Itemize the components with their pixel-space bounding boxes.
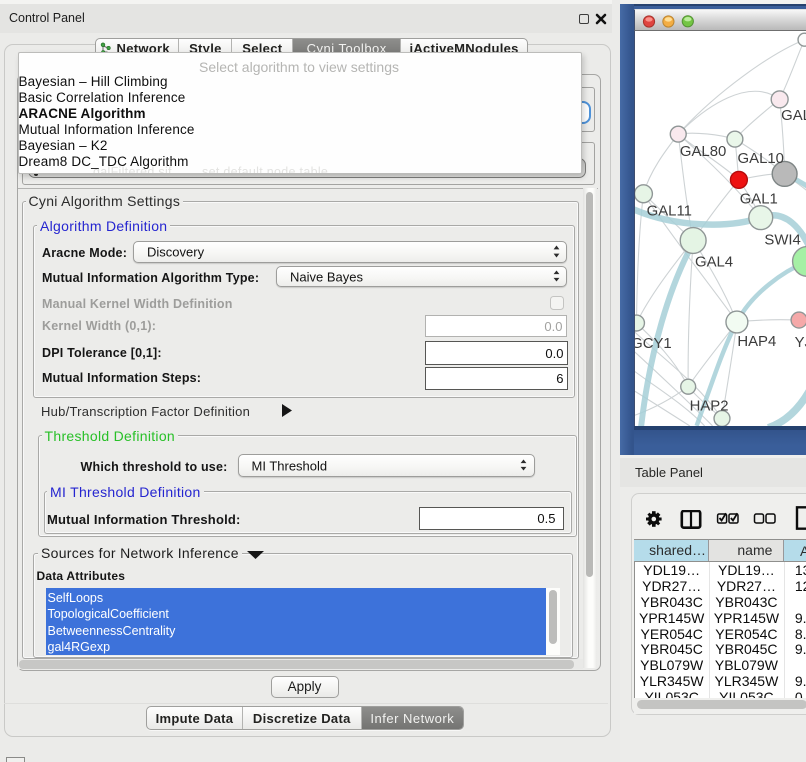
svg-text:SWI4: SWI4 [764,233,800,249]
svg-text:GCY1: GCY1 [634,336,672,352]
svg-text:GAL80: GAL80 [679,144,725,160]
svg-text:GAL7: GAL7 [781,109,806,125]
svg-text:YJL21: YJL21 [794,335,806,351]
svg-text:HAP4: HAP4 [737,334,776,350]
svg-text:GAL1: GAL1 [739,192,777,208]
svg-text:GAL4: GAL4 [694,255,732,271]
svg-text:GAL10: GAL10 [737,151,783,167]
svg-text:GAL11: GAL11 [646,204,691,220]
svg-text:HAP2: HAP2 [689,399,728,415]
